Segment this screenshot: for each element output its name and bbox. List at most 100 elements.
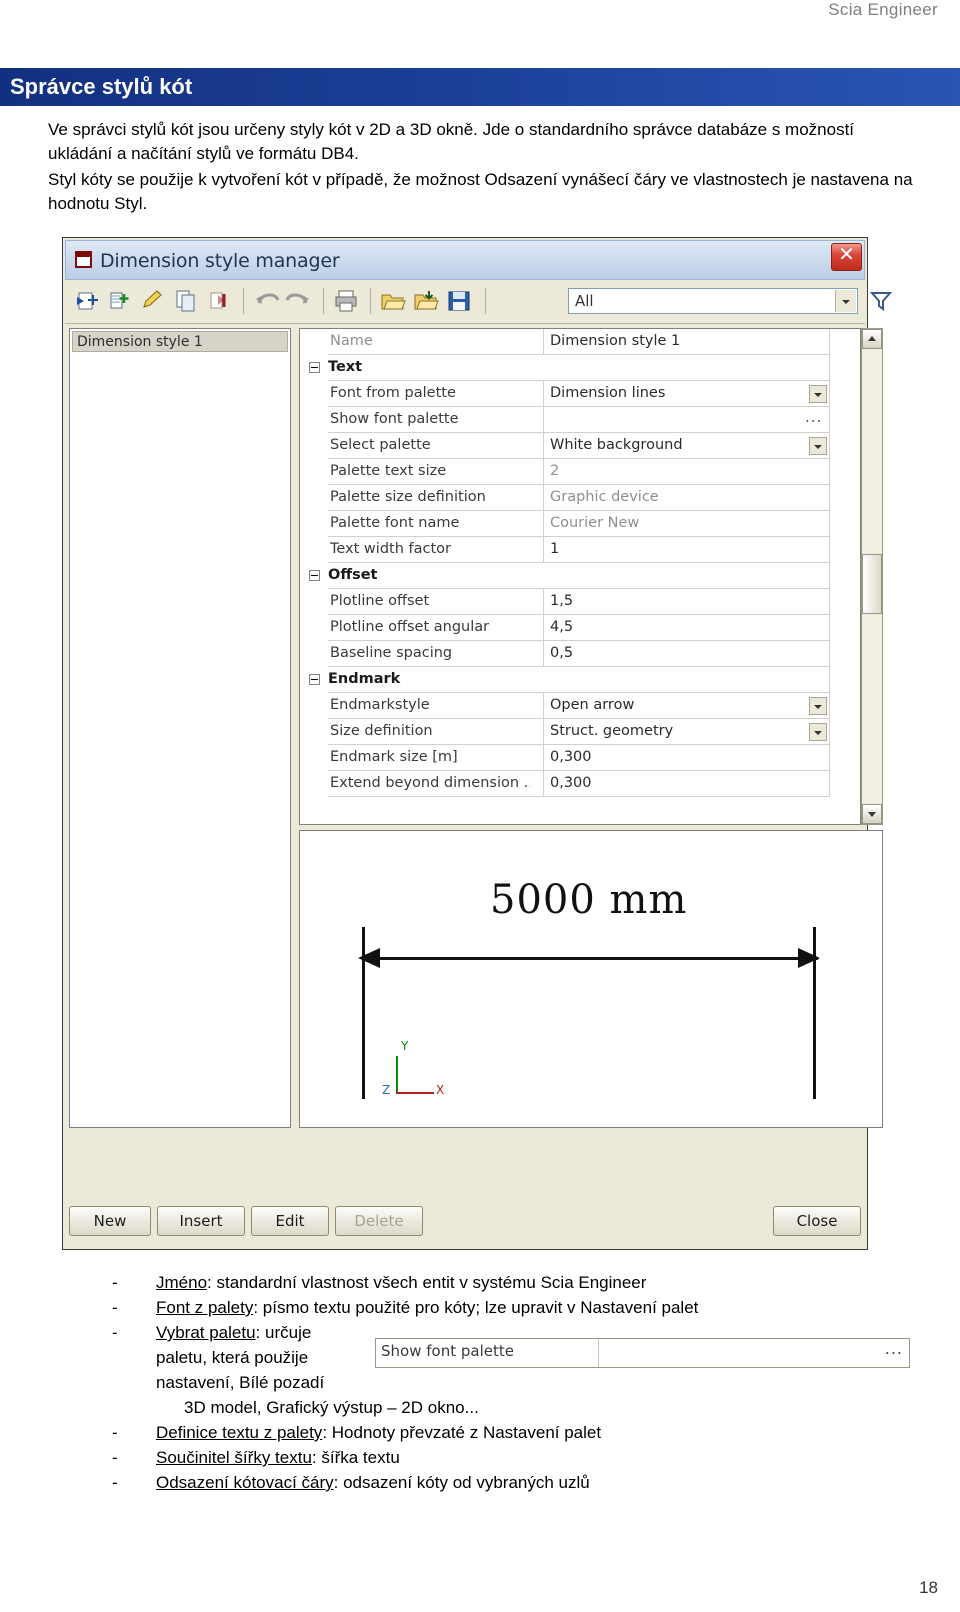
row-label: Plotline offset bbox=[330, 593, 430, 609]
table-row[interactable]: Plotline offset 1,5 bbox=[300, 589, 860, 615]
preview-dimension-text: 5000 mm bbox=[490, 877, 688, 923]
dialog-button-bar: New Insert Edit Delete Close bbox=[69, 1203, 861, 1243]
axis-z-label: Z bbox=[382, 1083, 391, 1097]
bullet-dash: - bbox=[112, 1273, 118, 1292]
bullet-list: - Jméno: standardní vlastnost všech enti… bbox=[112, 1270, 912, 1495]
list-item[interactable]: Dimension style 1 bbox=[72, 331, 288, 352]
toolbar-separator-4 bbox=[485, 288, 486, 314]
ellipsis-button[interactable]: ... bbox=[805, 408, 822, 426]
row-value: 0,300 bbox=[550, 775, 592, 791]
close-button[interactable]: Close bbox=[773, 1206, 861, 1236]
table-row[interactable]: Text width factor 1 bbox=[300, 537, 860, 563]
list-item: - Součinitel šířky textu: šířka textu bbox=[112, 1445, 912, 1470]
collapse-icon[interactable] bbox=[309, 674, 320, 685]
row-label: Endmark size [m] bbox=[330, 749, 458, 765]
chevron-down-icon[interactable] bbox=[809, 437, 827, 455]
table-row[interactable]: Text bbox=[300, 355, 860, 381]
column-divider bbox=[543, 745, 544, 771]
table-row[interactable]: Endmark size [m] 0,300 bbox=[300, 745, 860, 771]
table-row[interactable]: Plotline offset angular 4,5 bbox=[300, 615, 860, 641]
row-label: Endmark bbox=[328, 671, 401, 687]
ellipsis-button[interactable]: ... bbox=[885, 1339, 903, 1358]
insert-new-icon[interactable] bbox=[73, 287, 101, 315]
bullet-term: Definice textu z palety bbox=[156, 1423, 323, 1442]
bullet-wrap-line-3: 3D model, Grafický výstup – 2D okno... bbox=[184, 1398, 479, 1417]
print-icon[interactable] bbox=[332, 287, 360, 315]
row-label: Size definition bbox=[330, 723, 433, 739]
row-label: Palette size definition bbox=[330, 489, 486, 505]
show-font-palette-row-screenshot: Show font palette ... bbox=[375, 1338, 910, 1368]
scroll-up-icon[interactable] bbox=[862, 329, 882, 349]
property-grid[interactable]: Name Dimension style 1 Text Font from pa… bbox=[299, 328, 861, 825]
column-divider bbox=[543, 771, 544, 797]
edit-button[interactable]: Edit bbox=[251, 1206, 329, 1236]
column-divider bbox=[543, 641, 544, 667]
new-button[interactable]: New bbox=[69, 1206, 151, 1236]
chevron-down-icon[interactable] bbox=[809, 385, 827, 403]
row-value: Struct. geometry bbox=[550, 723, 674, 739]
row-value: 1 bbox=[550, 541, 560, 557]
collapse-icon[interactable] bbox=[309, 570, 320, 581]
import-folder-icon[interactable] bbox=[412, 287, 440, 315]
column-divider bbox=[543, 615, 544, 641]
table-row[interactable]: Endmark bbox=[300, 667, 860, 693]
undo-icon[interactable] bbox=[252, 287, 280, 315]
dialog-toolbar: All bbox=[65, 281, 893, 324]
open-folder-icon[interactable] bbox=[379, 287, 407, 315]
bullet-text: : určuje bbox=[255, 1323, 312, 1342]
toolbar-separator-1 bbox=[243, 288, 244, 314]
table-row[interactable]: Palette font name Courier New bbox=[300, 511, 860, 537]
column-divider bbox=[543, 459, 544, 485]
chevron-down-icon[interactable] bbox=[835, 290, 856, 312]
grid-vertical-scrollbar[interactable] bbox=[861, 328, 883, 825]
redo-icon[interactable] bbox=[285, 287, 313, 315]
edit-icon[interactable] bbox=[139, 287, 167, 315]
row-label: Palette font name bbox=[330, 515, 460, 531]
intro-paragraph-1: Ve správci stylů kót jsou určeny styly k… bbox=[48, 120, 855, 163]
bullet-text: : písmo textu použité pro kóty; lze upra… bbox=[253, 1298, 699, 1317]
table-row[interactable]: Baseline spacing 0,5 bbox=[300, 641, 860, 667]
row-value: Courier New bbox=[550, 515, 640, 531]
column-divider bbox=[543, 511, 544, 537]
dialog-title: Dimension style manager bbox=[100, 250, 340, 272]
bullet-text: : šířka textu bbox=[311, 1448, 400, 1467]
row-value: 0,5 bbox=[550, 645, 574, 661]
table-row[interactable]: Name Dimension style 1 bbox=[300, 329, 860, 355]
row-label: Endmarkstyle bbox=[330, 697, 430, 713]
filter-combo[interactable]: All bbox=[568, 288, 858, 314]
list-item: - Odsazení kótovací čáry: odsazení kóty … bbox=[112, 1470, 912, 1495]
intro-paragraph-2: Styl kóty se použije k vytvoření kót v p… bbox=[48, 170, 913, 213]
save-icon[interactable] bbox=[445, 287, 473, 315]
table-row[interactable]: Endmarkstyle Open arrow bbox=[300, 693, 860, 719]
style-list-pane[interactable]: Dimension style 1 bbox=[69, 328, 291, 1128]
copy-icon[interactable] bbox=[172, 287, 200, 315]
table-row[interactable]: Size definition Struct. geometry bbox=[300, 719, 860, 745]
table-row[interactable]: Palette size definition Graphic device bbox=[300, 485, 860, 511]
table-row[interactable]: Show font palette ... bbox=[300, 407, 860, 433]
funnel-icon[interactable] bbox=[867, 287, 895, 315]
axis-x-line bbox=[396, 1092, 434, 1094]
row-label: Name bbox=[330, 333, 373, 349]
column-divider bbox=[543, 407, 544, 433]
table-row[interactable]: Offset bbox=[300, 563, 860, 589]
row-label: Plotline offset angular bbox=[330, 619, 490, 635]
bullet-text: : standardní vlastnost všech entit v sys… bbox=[207, 1273, 647, 1292]
list-item: - Jméno: standardní vlastnost všech enti… bbox=[112, 1270, 912, 1295]
table-row[interactable]: Select palette White background bbox=[300, 433, 860, 459]
insert-button[interactable]: Insert bbox=[157, 1206, 245, 1236]
delete-icon[interactable] bbox=[205, 287, 233, 315]
filter-value: All bbox=[575, 292, 594, 310]
arrow-left-icon bbox=[358, 948, 380, 968]
arrow-right-icon bbox=[798, 948, 820, 968]
page-title: Správce stylů kót bbox=[10, 74, 193, 99]
close-window-button[interactable]: ✕ bbox=[831, 242, 862, 271]
insert-multiple-icon[interactable] bbox=[106, 287, 134, 315]
table-row[interactable]: Font from palette Dimension lines bbox=[300, 381, 860, 407]
chevron-down-icon[interactable] bbox=[809, 723, 827, 741]
scroll-down-icon[interactable] bbox=[862, 804, 882, 824]
chevron-down-icon[interactable] bbox=[809, 697, 827, 715]
collapse-icon[interactable] bbox=[309, 362, 320, 373]
table-row[interactable]: Palette text size 2 bbox=[300, 459, 860, 485]
table-row[interactable]: Extend beyond dimension ... 0,300 bbox=[300, 771, 860, 797]
scrollbar-thumb[interactable] bbox=[862, 554, 882, 614]
